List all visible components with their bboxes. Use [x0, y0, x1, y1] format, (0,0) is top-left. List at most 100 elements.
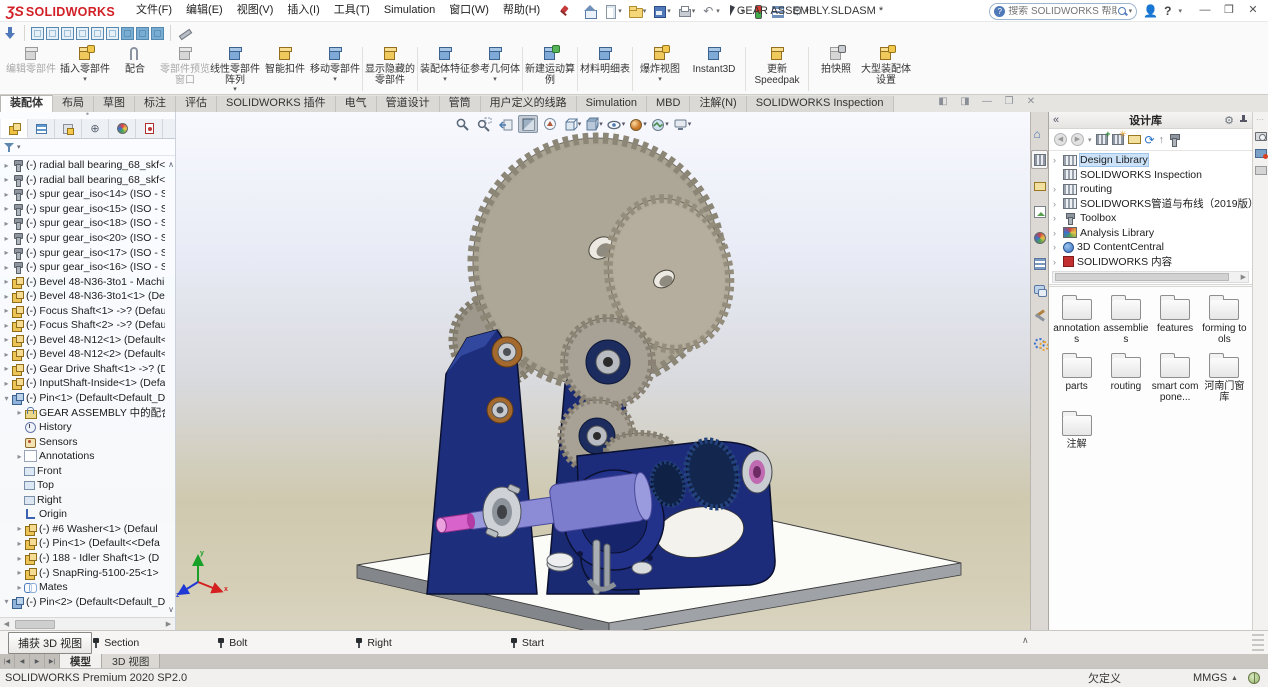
tree-item[interactable]: ▸Annotations: [2, 449, 165, 464]
library-horizontal-scrollbar[interactable]: ▶: [1052, 271, 1249, 283]
tree-item[interactable]: ▾(-) Pin<1> (Default<Default_Di: [2, 391, 165, 406]
library-folder[interactable]: routing: [1102, 357, 1149, 403]
view-palette-tab[interactable]: [1031, 202, 1048, 221]
last-tab-icon[interactable]: ▶|: [45, 654, 60, 668]
instant3d-button[interactable]: Instant3D: [685, 44, 743, 94]
view-settings-icon[interactable]: ▾: [672, 115, 692, 133]
expand-arrow-icon[interactable]: ▸: [2, 190, 11, 199]
smart-fasteners-button[interactable]: 智能扣件: [260, 44, 310, 94]
command-tab[interactable]: 管筒: [440, 96, 481, 112]
expand-arrow-icon[interactable]: ▸: [15, 408, 24, 417]
camera-icon[interactable]: [1255, 132, 1267, 141]
section-view-icon[interactable]: [518, 115, 538, 133]
expand-arrow-icon[interactable]: ▸: [2, 277, 11, 286]
expand-arrow-icon[interactable]: ▸: [2, 379, 11, 388]
doc-restore-icon[interactable]: ❐: [1002, 96, 1016, 107]
solidworks-forum-tab[interactable]: [1031, 280, 1048, 299]
pane-left-icon[interactable]: ◧: [936, 96, 950, 107]
first-tab-icon[interactable]: |◀: [0, 654, 15, 668]
tree-scroll-down-icon[interactable]: ∨: [168, 605, 174, 614]
hide-show-items-icon[interactable]: ▾: [606, 115, 626, 133]
library-folder[interactable]: features: [1152, 299, 1199, 345]
tree-item[interactable]: History: [2, 420, 165, 435]
previous-tab-icon[interactable]: ◀: [15, 654, 30, 668]
user-account-icon[interactable]: 👤: [1143, 4, 1158, 18]
home-button[interactable]: [581, 3, 599, 19]
left-view-icon[interactable]: [61, 27, 74, 40]
tree-item[interactable]: Right: [2, 493, 165, 508]
tree-scroll-up-icon[interactable]: ∧: [168, 160, 174, 169]
scroll-left-icon[interactable]: ◀: [0, 620, 13, 628]
expand-arrow-icon[interactable]: ›: [1053, 184, 1063, 194]
library-tree-item[interactable]: ›SOLIDWORKS管道与布线（2019版）-练习文件: [1049, 197, 1252, 212]
document-tab[interactable]: 模型: [60, 654, 102, 668]
collapse-pane-icon[interactable]: «: [1053, 114, 1067, 126]
tree-item[interactable]: ▸(-) Focus Shaft<1> ->? (Defau: [2, 303, 165, 318]
search-input[interactable]: [1008, 6, 1116, 17]
solidworks-resources-tab[interactable]: ⌂: [1031, 124, 1048, 143]
library-folder[interactable]: parts: [1053, 357, 1100, 403]
apply-scene-icon[interactable]: ▾: [650, 115, 670, 133]
tree-item[interactable]: Origin: [2, 507, 165, 522]
expand-arrow-icon[interactable]: ▸: [2, 234, 11, 243]
menu-item[interactable]: Simulation: [377, 0, 442, 21]
print-button[interactable]: ▾: [675, 3, 698, 19]
expand-arrow-icon[interactable]: ▸: [2, 321, 11, 330]
tree-filter[interactable]: ▾: [0, 139, 175, 156]
move-component-button[interactable]: 移动零部件▾: [310, 44, 360, 94]
display-style-icon[interactable]: ▾: [584, 115, 604, 133]
xpress-products-tab[interactable]: [1031, 332, 1048, 351]
edit-appearance-icon[interactable]: ▾: [628, 115, 648, 133]
library-tree-item[interactable]: ›SOLIDWORKS 内容: [1049, 255, 1252, 270]
exploded-view-button[interactable]: 爆炸视图▾: [635, 44, 685, 94]
menu-item[interactable]: 帮助(H): [496, 0, 547, 21]
tree-item[interactable]: ▸(-) Pin<1> (Default<<Defa: [2, 536, 165, 551]
linear-component-pattern-button[interactable]: 线性零部件阵列▾: [210, 44, 260, 94]
expand-arrow-icon[interactable]: ▾: [2, 394, 11, 403]
tree-item[interactable]: ▸Mates: [2, 580, 165, 595]
view-orientation-icon[interactable]: ▾: [562, 115, 582, 133]
refresh-icon[interactable]: ⟳: [1145, 133, 1155, 147]
command-tab[interactable]: MBD: [647, 96, 690, 112]
new-motion-study-button[interactable]: 新建运动算例: [525, 44, 575, 94]
expand-arrow-icon[interactable]: ▸: [2, 350, 11, 359]
document-tab[interactable]: 3D 视图: [102, 654, 160, 668]
expand-arrow-icon[interactable]: ›: [1053, 257, 1063, 267]
front-view-icon[interactable]: [31, 27, 44, 40]
command-tab[interactable]: 管道设计: [377, 96, 440, 112]
take-snapshot-button[interactable]: 拍快照: [811, 44, 861, 94]
views-bar-collapse-icon[interactable]: ∧: [1022, 635, 1029, 646]
zoom-to-area-icon[interactable]: [474, 115, 494, 133]
menu-item[interactable]: 文件(F): [129, 0, 179, 21]
update-speedpak-button[interactable]: 更新 Speedpak: [748, 44, 806, 94]
tree-horizontal-scrollbar[interactable]: ◀ ▶: [0, 617, 175, 630]
saved-view-chip[interactable]: Start: [510, 637, 544, 649]
save-button[interactable]: ▾: [650, 3, 673, 19]
solidworks-tools-tab[interactable]: [1031, 306, 1048, 325]
folder-new-icon[interactable]: [1255, 149, 1267, 158]
expand-arrow-icon[interactable]: ▸: [2, 161, 11, 170]
tree-item[interactable]: ▸(-) spur gear_iso<17> (ISO - S: [2, 245, 165, 260]
help-button[interactable]: ?: [1164, 4, 1171, 18]
capture-3d-view-button[interactable]: 捕获 3D 视图: [8, 632, 92, 654]
scroll-right-icon[interactable]: ▶: [1241, 273, 1246, 281]
mate-button[interactable]: 配合: [110, 44, 160, 94]
tree-item[interactable]: Sensors: [2, 434, 165, 449]
scrollbar-thumb[interactable]: [15, 620, 55, 629]
forward-icon[interactable]: ▶: [1071, 133, 1084, 146]
file-explorer-tab[interactable]: [1031, 176, 1048, 195]
scroll-right-icon[interactable]: ▶: [162, 620, 175, 628]
tree-item[interactable]: Front: [2, 463, 165, 478]
expand-arrow-icon[interactable]: ›: [1053, 228, 1063, 238]
tree-item[interactable]: ▾(-) Pin<2> (Default<Default_Di: [2, 594, 165, 609]
expand-arrow-icon[interactable]: ▸: [2, 175, 11, 184]
history-caret-icon[interactable]: ▾: [1088, 136, 1092, 144]
expand-arrow-icon[interactable]: ›: [1053, 213, 1063, 223]
minimize-button[interactable]: —: [1194, 2, 1216, 20]
assembly-features-button[interactable]: 装配体特征▾: [420, 44, 470, 94]
scrollbar-thumb[interactable]: [1055, 273, 1229, 281]
units-selector[interactable]: MMGS: [1193, 672, 1227, 684]
tree-item[interactable]: ▸(-) Gear Drive Shaft<1> ->? (D: [2, 362, 165, 377]
pane-pin-icon[interactable]: [1238, 115, 1248, 125]
tree-item[interactable]: ▸(-) radial ball bearing_68_skf<: [2, 173, 165, 188]
